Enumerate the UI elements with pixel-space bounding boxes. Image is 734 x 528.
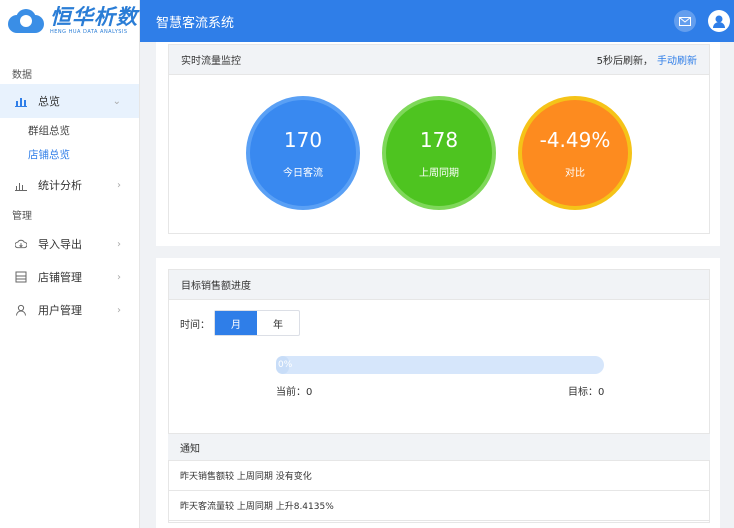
- bar-chart-icon: [15, 95, 27, 107]
- logo[interactable]: 恒华析数 HENG HUA DATA ANALYSIS: [0, 0, 139, 42]
- user-icon: [15, 304, 27, 316]
- today-traffic-value: 170: [283, 127, 323, 152]
- avatar[interactable]: [708, 10, 730, 32]
- sidebar-item-overview[interactable]: 总览 ⌄: [0, 84, 139, 118]
- sidebar-item-label: 店铺管理: [38, 271, 82, 284]
- menu-group-data: 数据: [12, 70, 32, 81]
- manual-refresh-link[interactable]: 手动刷新: [657, 56, 697, 67]
- sidebar-item-label: 统计分析: [38, 179, 82, 192]
- sidebar-item-statistics[interactable]: 统计分析 ›: [0, 168, 139, 202]
- last-week-label: 上周同期: [419, 167, 459, 179]
- notice-title: 通知: [168, 433, 710, 461]
- chevron-right-icon: ›: [117, 179, 121, 191]
- chevron-right-icon: ›: [117, 238, 121, 250]
- top-header: 智慧客流系统: [140, 0, 734, 42]
- compare-value: -4.49%: [539, 127, 611, 152]
- sub-item-group-overview[interactable]: 群组总览: [28, 123, 70, 138]
- store-icon: [15, 271, 27, 283]
- sidebar-item-import-export[interactable]: 导入导出 ›: [0, 227, 139, 261]
- sidebar-item-user-manage[interactable]: 用户管理 ›: [0, 293, 139, 327]
- progress-fill: 0%: [276, 356, 293, 374]
- cloud-logo-icon: [6, 7, 46, 35]
- sales-progress-bar: 0%: [276, 356, 604, 374]
- sub-item-store-overview[interactable]: 店铺总览: [28, 147, 70, 162]
- progress-text: 0%: [278, 360, 293, 370]
- chevron-right-icon: ›: [117, 271, 121, 283]
- mail-icon[interactable]: [674, 10, 696, 32]
- notice-row: 昨天客流量较 上周同期 上升8.4135%: [168, 491, 710, 521]
- today-traffic-label: 今日客流: [283, 167, 323, 179]
- sidebar-item-store-manage[interactable]: 店铺管理 ›: [0, 260, 139, 294]
- chevron-right-icon: ›: [117, 304, 121, 316]
- app-title: 智慧客流系统: [156, 15, 235, 31]
- current-value: 当前：0: [276, 387, 313, 398]
- menu-group-manage: 管理: [12, 211, 32, 222]
- sidebar-item-label: 导入导出: [38, 238, 82, 251]
- notice-row: 昨天销售额较 上周同期 没有变化: [168, 461, 710, 491]
- today-traffic-circle: 170 今日客流: [246, 96, 360, 210]
- time-selector: 时间： 月 年: [180, 310, 300, 336]
- compare-label: 对比: [565, 167, 585, 179]
- sidebar-item-label: 用户管理: [38, 304, 82, 317]
- last-week-value: 178: [419, 127, 459, 152]
- monitor-title: 实时流量监控: [181, 56, 241, 67]
- logo-subtitle: HENG HUA DATA ANALYSIS: [50, 29, 128, 35]
- sales-title: 目标销售额进度: [181, 281, 251, 292]
- tab-year[interactable]: 年: [257, 311, 299, 335]
- logo-title: 恒华析数: [50, 5, 138, 29]
- cloud-icon: [15, 238, 27, 250]
- chevron-down-icon: ⌄: [112, 95, 121, 107]
- last-week-circle: 178 上周同期: [382, 96, 496, 210]
- stats-icon: [15, 179, 27, 191]
- tab-month[interactable]: 月: [215, 311, 257, 335]
- time-label: 时间：: [180, 319, 210, 331]
- compare-circle: -4.49% 对比: [518, 96, 632, 210]
- sidebar-item-label: 总览: [38, 95, 60, 108]
- refresh-countdown: 5秒后刷新，: [596, 56, 653, 67]
- target-value: 目标：0: [568, 387, 605, 398]
